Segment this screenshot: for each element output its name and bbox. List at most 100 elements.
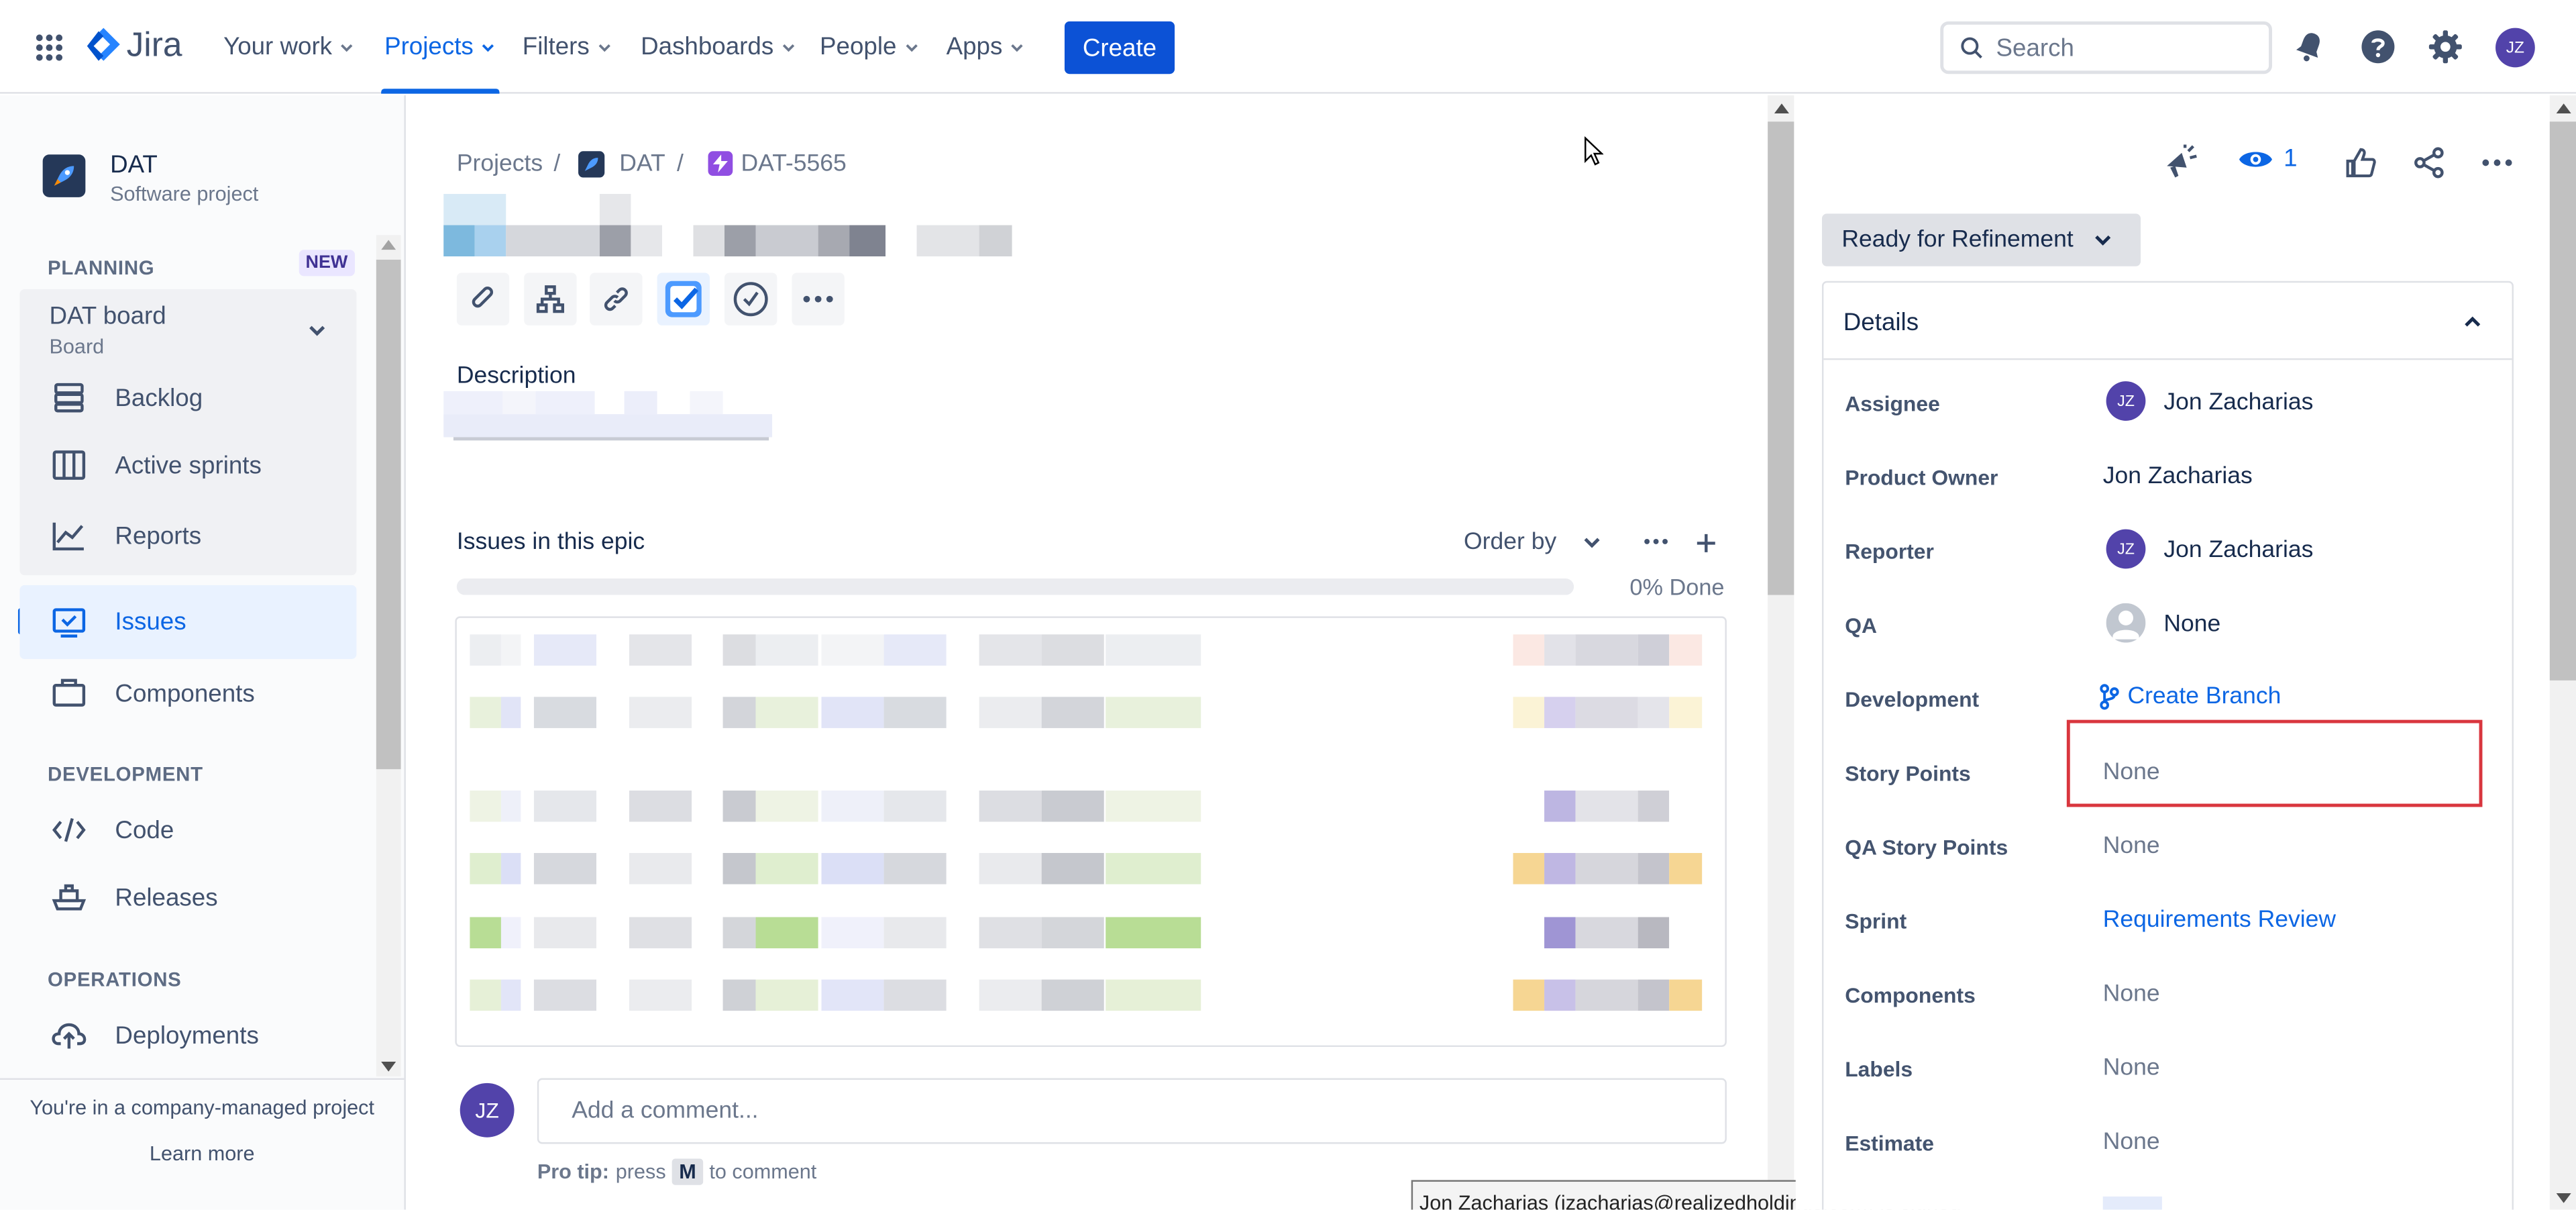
qa-value[interactable]: None [2163,611,2220,638]
issues-in-epic-header: Issues in this epic [456,529,645,556]
create-button[interactable]: Create [1064,21,1175,74]
sidebar-scrollbar-thumb[interactable] [376,259,401,770]
list-item[interactable] [457,625,1725,677]
sidebar-footer-text: You're in a company-managed project [30,1096,374,1119]
megaphone-icon[interactable] [2162,144,2198,181]
share-icon[interactable] [2414,146,2447,179]
project-name[interactable]: DAT [110,151,158,179]
comment-input[interactable]: Add a comment... [537,1078,1727,1144]
eye-icon [2238,146,2274,172]
more-actions-button[interactable] [792,272,845,325]
app-switcher-icon[interactable] [34,33,64,62]
more-horizontal-icon [802,294,835,304]
chevron-down-icon [903,39,919,55]
sprint-value[interactable]: Requirements Review [2103,907,2336,934]
product-owner-value[interactable]: Jon Zacharias [2103,464,2253,490]
watch-button[interactable]: 1 [2238,145,2298,172]
chart-line-icon [49,519,89,552]
learn-more-link[interactable]: Learn more [0,1142,404,1165]
add-icon[interactable] [1695,532,1717,554]
list-item[interactable] [457,843,1725,895]
more-horizontal-icon[interactable] [2481,158,2514,168]
order-by-label: Order by [1464,529,1557,556]
search-icon [1960,36,1983,59]
time-tracking-button[interactable] [724,272,777,325]
sidebar-item-issues[interactable]: Issues [19,585,357,660]
components-label: Components [1845,982,1976,1008]
sidebar-item-releases[interactable]: Releases [19,864,356,930]
jira-logo-icon [85,26,121,66]
qa-story-points-value[interactable]: None [2103,834,2160,860]
jira-logo[interactable]: Jira [85,26,182,66]
settings-gear-icon[interactable] [2428,30,2463,64]
board-selector[interactable]: DAT board Board [19,289,357,375]
list-item[interactable] [457,780,1725,833]
scroll-up-arrow-icon[interactable] [1774,103,1789,113]
nav-people[interactable]: People [820,0,920,94]
nav-your-work[interactable]: Your work [223,0,355,94]
details-scrollbar-thumb[interactable] [2549,121,2576,680]
pro-tip-label: Pro tip: [537,1160,609,1184]
breadcrumb-issue-key[interactable]: DAT-5565 [741,151,846,177]
estimate-value[interactable]: None [2103,1129,2160,1155]
order-by-dropdown[interactable]: Order by [1464,530,1603,556]
breadcrumb-separator: / [676,151,684,178]
story-points-value[interactable]: None [2103,759,2160,785]
create-branch-link[interactable]: Create Branch [2100,684,2281,710]
breadcrumb-separator: / [553,151,561,178]
issues-icon [49,605,89,638]
link-issue-button[interactable] [590,272,643,325]
chevron-down-icon [307,321,327,340]
sidebar-item-active-sprints[interactable]: Active sprints [19,432,356,498]
project-avatar[interactable] [42,154,86,197]
sidebar-item-label: Backlog [115,383,203,412]
labels-value[interactable]: None [2103,1055,2160,1081]
list-item[interactable] [457,687,1725,740]
user-avatar[interactable]: JZ [2496,28,2535,68]
reporter-value[interactable]: Jon Zacharias [2163,538,2313,564]
pro-tip-suffix: to comment [709,1160,817,1184]
scroll-down-arrow-icon[interactable] [381,1062,396,1072]
clock-icon [733,281,769,317]
thumbs-up-icon[interactable] [2345,146,2377,179]
scroll-down-arrow-icon[interactable] [2556,1193,2571,1203]
breadcrumb-dat[interactable]: DAT [619,151,665,177]
main-scrollbar-thumb[interactable] [1768,121,1794,595]
details-header[interactable]: Details [1823,283,2512,360]
description-redacted[interactable] [443,391,788,441]
child-issues-list[interactable] [455,616,1727,1048]
sidebar-item-code[interactable]: Code [19,797,356,863]
search-placeholder: Search [1996,34,2074,62]
child-issue-button[interactable] [524,272,577,325]
nav-dashboards[interactable]: Dashboards [641,0,796,94]
board-sub: Board [49,335,105,358]
ship-icon [49,881,89,914]
nav-apps[interactable]: Apps [947,0,1026,94]
sidebar-footer-divider [0,1078,405,1080]
nav-filters[interactable]: Filters [523,0,612,94]
help-icon[interactable] [2361,30,2395,64]
sidebar-item-deployments[interactable]: Deployments [19,1003,356,1068]
breadcrumb-projects[interactable]: Projects [457,151,543,177]
more-horizontal-icon[interactable] [1643,538,1669,546]
attach-button[interactable] [456,272,510,325]
list-item[interactable] [457,970,1725,1022]
list-item[interactable] [457,907,1725,960]
sidebar-item-components[interactable]: Components [19,660,356,726]
nav-apps-label: Apps [946,32,1003,61]
notifications-icon[interactable] [2294,30,2326,62]
sidebar-item-reports[interactable]: Reports [19,503,356,568]
components-value[interactable]: None [2103,981,2160,1007]
status-dropdown[interactable]: Ready for Refinement [1821,213,2141,266]
sidebar-item-label: Code [115,815,174,844]
issue-title-redacted[interactable] [443,193,1012,257]
assignee-value[interactable]: Jon Zacharias [2163,389,2313,415]
scroll-up-arrow-icon[interactable] [381,240,396,250]
scroll-up-arrow-icon[interactable] [2556,103,2571,113]
sidebar-item-backlog[interactable]: Backlog [19,365,356,431]
search-input[interactable]: Search [1940,21,2272,74]
status-label: Ready for Refinement [1841,226,2074,254]
nav-projects[interactable]: Projects [381,0,500,94]
checklist-button[interactable] [657,272,710,325]
rocket-icon [49,161,78,191]
